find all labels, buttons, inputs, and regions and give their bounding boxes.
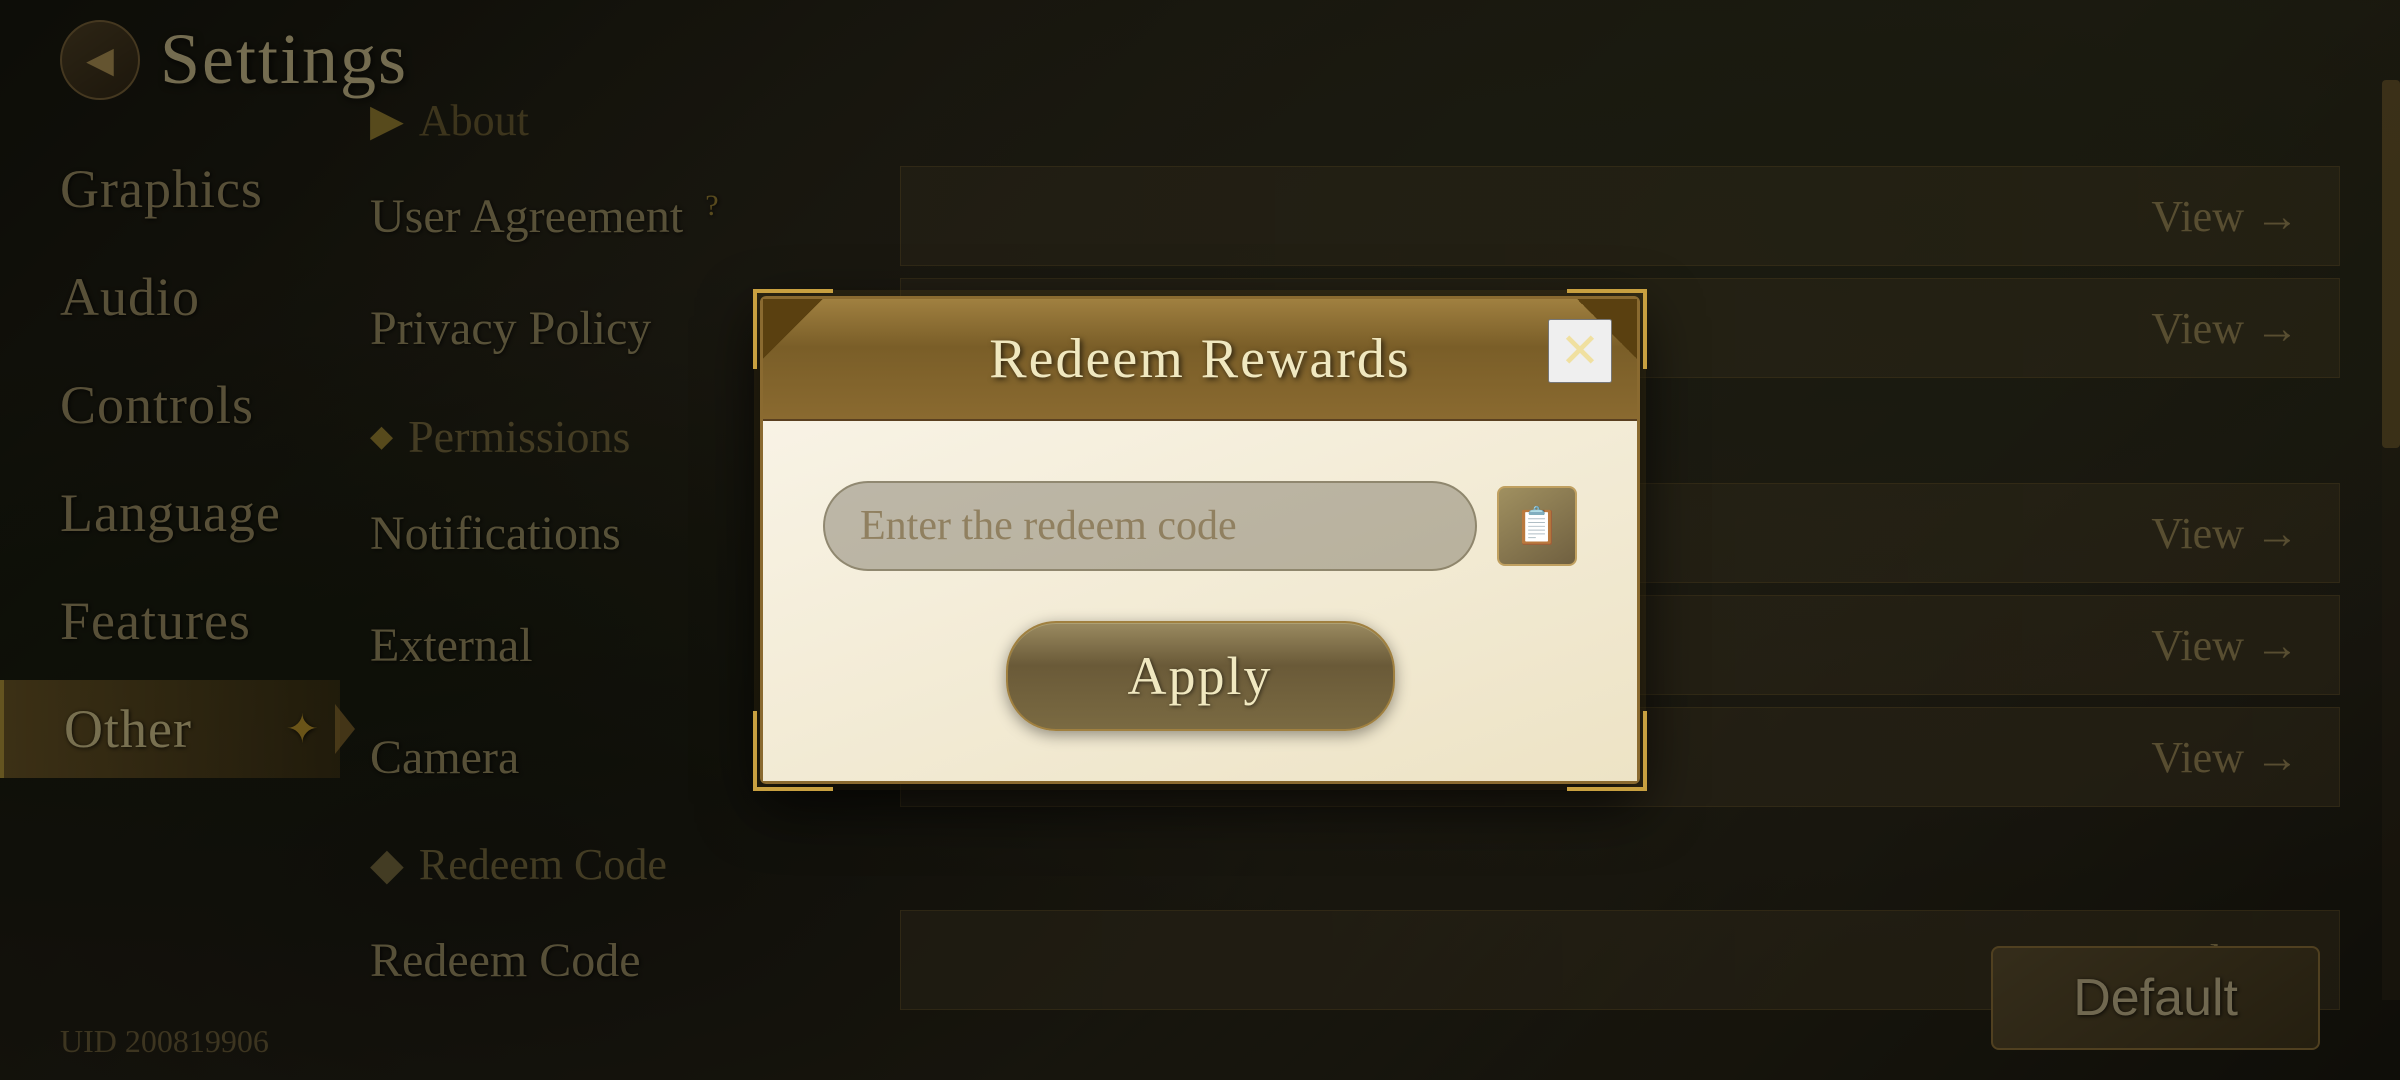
modal-corner-bl (753, 711, 833, 791)
modal-fold-left (763, 299, 823, 359)
modal-body: 📋 Apply (763, 421, 1637, 781)
modal-apply-button[interactable]: Apply (1006, 621, 1395, 731)
paste-button[interactable]: 📋 (1497, 486, 1577, 566)
modal-header: Redeem Rewards ✕ (763, 299, 1637, 421)
modal-overlay: Redeem Rewards ✕ 📋 Apply (0, 0, 2400, 1080)
modal-title: Redeem Rewards (989, 328, 1410, 390)
modal-input-row: 📋 (823, 481, 1577, 571)
redeem-modal: Redeem Rewards ✕ 📋 Apply (760, 296, 1640, 784)
paste-icon: 📋 (1515, 505, 1560, 547)
modal-corner-br (1567, 711, 1647, 791)
modal-close-button[interactable]: ✕ (1548, 319, 1612, 383)
redeem-code-input[interactable] (823, 481, 1477, 571)
